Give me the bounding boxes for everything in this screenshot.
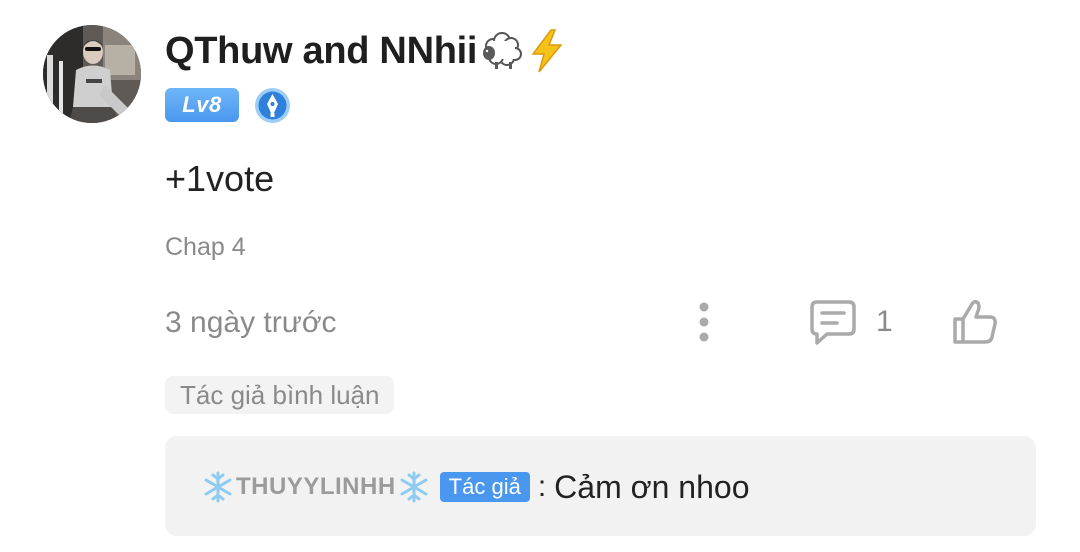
reply-button[interactable]: 1 [808, 296, 893, 348]
lightning-icon [527, 28, 567, 74]
snowflake-icon [201, 470, 235, 504]
reply-line: THUYYLINHH Tác giả : Cảm ơn nhoo [201, 468, 749, 506]
comment-bubble-icon [810, 300, 856, 345]
comment-timestamp: 3 ngày trước [165, 306, 337, 339]
level-badge: Lv8 [165, 88, 239, 122]
vertical-dots-icon [699, 302, 709, 342]
author-comment-tag-label: Tác giả bình luận [180, 379, 380, 410]
reply-author[interactable]: THUYYLINHH [236, 473, 396, 501]
more-options-button[interactable] [688, 300, 720, 344]
sheep-icon [479, 28, 525, 74]
level-text: Lv8 [182, 92, 222, 117]
avatar[interactable] [43, 25, 141, 123]
avatar-photo [43, 25, 141, 123]
username-text: QThuw and NNhii [165, 29, 478, 72]
chapter-label[interactable]: Chap 4 [165, 233, 246, 262]
reply-count: 1 [876, 305, 893, 338]
comment-username[interactable]: QThuw and NNhii [165, 26, 567, 76]
reply-preview[interactable]: THUYYLINHH Tác giả : Cảm ơn nhoo [165, 436, 1036, 536]
thumbs-up-icon [953, 299, 997, 344]
reply-message: Cảm ơn nhoo [554, 468, 750, 505]
pen-medal-icon [254, 87, 291, 124]
author-badge: Tác giả [439, 472, 530, 502]
snowflake-icon [397, 470, 431, 504]
comment-text: +1vote [165, 158, 275, 199]
author-comment-tag: Tác giả bình luận [165, 376, 395, 414]
like-button[interactable] [950, 298, 1000, 346]
reply-separator: : [537, 470, 547, 503]
